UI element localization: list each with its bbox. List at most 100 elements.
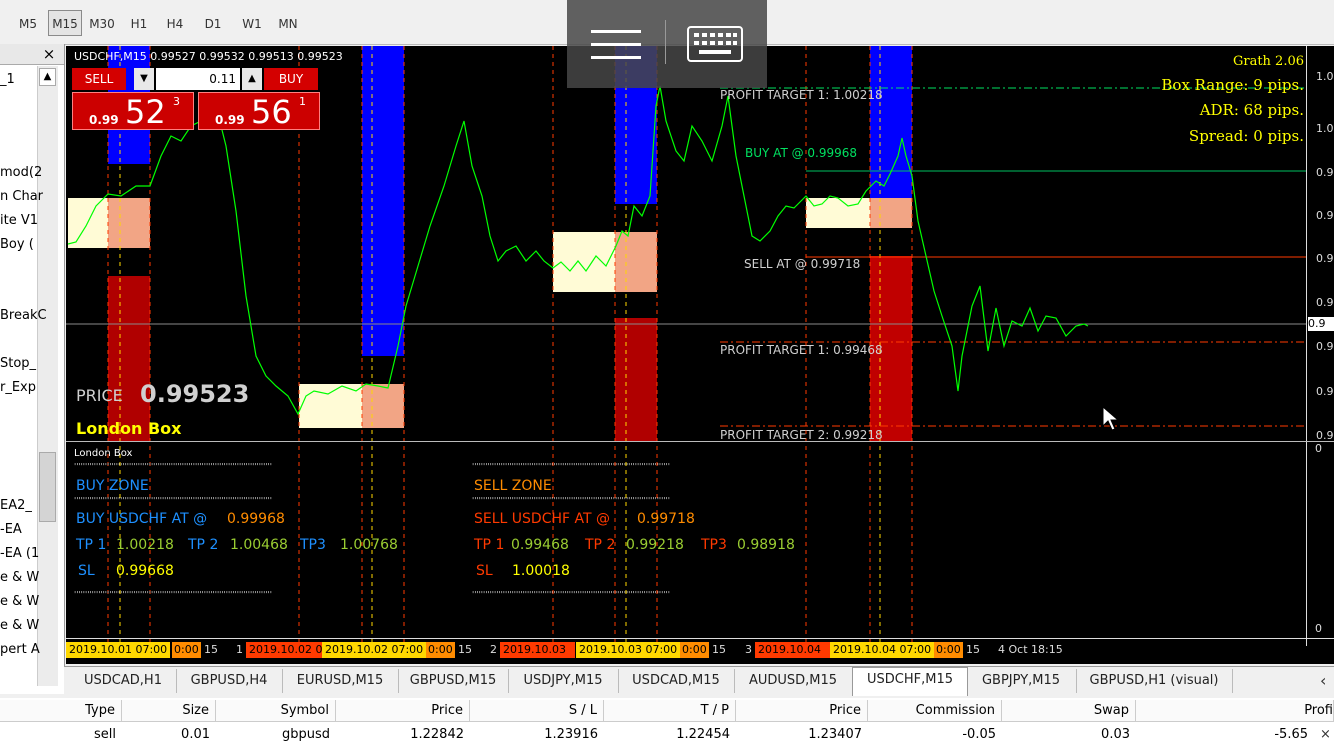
col-symbol-header[interactable]: Symbol <box>216 700 336 722</box>
tab-usdcad-h1[interactable]: USDCAD,H1 <box>70 669 177 693</box>
tab-gbpusd-h1-visual[interactable]: GBPUSD,H1 (visual) <box>1076 669 1233 693</box>
row-commission-cell: -0.05 <box>962 727 996 742</box>
sell-tp1-value: 0.99468 <box>511 537 569 553</box>
navigator-item[interactable]: mod(2 <box>0 165 42 180</box>
tf-m15-button[interactable]: M15 <box>48 10 82 36</box>
separator-dots: ''''''''''''''''''''''''''''''''''''''''… <box>472 462 670 471</box>
sell-zone-title: SELL ZONE <box>474 478 552 494</box>
scroll-up-icon[interactable]: ▲ <box>39 68 56 86</box>
tab-gbpusd-m15[interactable]: GBPUSD,M15 <box>398 669 509 693</box>
tf-m30-button[interactable]: M30 <box>85 10 119 36</box>
london-box-label: London Box <box>76 419 182 438</box>
buy-button[interactable]: BUY <box>264 68 318 90</box>
subwindow-divider[interactable] <box>66 441 1334 442</box>
navigator-item[interactable]: n Char <box>0 189 43 204</box>
time-axis-label: 3 <box>745 643 752 656</box>
box-range-text: Box Range: 9 pips. <box>1161 76 1304 94</box>
col-close-price-header[interactable]: Price <box>736 700 868 722</box>
sell-zone-bar <box>615 318 657 441</box>
hamburger-menu-icon[interactable] <box>591 28 643 62</box>
tab-usdjpy-m15[interactable]: USDJPY,M15 <box>508 669 619 693</box>
col-type-header[interactable]: Type <box>0 700 122 722</box>
tab-audusd-m15[interactable]: AUDUSD,M15 <box>734 669 853 693</box>
price-label: PRICE <box>76 386 123 405</box>
navigator-item[interactable]: -EA (1 <box>0 546 39 561</box>
lot-increase-icon[interactable]: ▲ <box>242 68 262 90</box>
tf-h4-button[interactable]: H4 <box>160 10 190 36</box>
sell-tp2-label: TP 2 <box>585 537 616 553</box>
tf-m5-button[interactable]: M5 <box>12 10 44 36</box>
london-box-range-extension <box>870 198 912 228</box>
navigator-item[interactable]: BreakC <box>0 308 47 323</box>
navigator-item[interactable]: e & W <box>0 570 39 585</box>
col-profit-header[interactable]: Profi <box>1136 700 1334 722</box>
tab-gbpusd-h4[interactable]: GBPUSD,H4 <box>176 669 283 693</box>
indicator-name: Grath 2.06 <box>1232 54 1304 69</box>
time-axis-label: 15 <box>204 643 218 656</box>
navigator-item[interactable]: Stop_ <box>0 356 36 371</box>
tf-w1-button[interactable]: W1 <box>236 10 268 36</box>
tab-usdchf-m15[interactable]: USDCHF,M15 <box>852 667 968 696</box>
separator-dots: ''''''''''''''''''''''''''''''''''''''''… <box>74 496 272 505</box>
tab-gbpjpy-m15[interactable]: GBPJPY,M15 <box>966 669 1077 693</box>
price-axis-tick: 0.9 <box>1316 166 1334 179</box>
navigator-panel: × ▲ _1 mod(2 n Char ite V1 Boy ( BreakC … <box>0 44 65 694</box>
tf-mn-button[interactable]: MN <box>272 10 304 36</box>
time-axis-label: 0:00 <box>680 642 709 658</box>
sell-button[interactable]: SELL <box>72 68 126 90</box>
sell-tp3-value: 0.98918 <box>737 537 795 553</box>
one-click-trade-panel: SELL ▼ 0.11 ▲ BUY 0.99 52 3 0.99 56 1 <box>72 68 322 132</box>
row-profit-cell: -5.65 <box>1274 727 1308 742</box>
scroll-thumb[interactable] <box>39 452 56 522</box>
keyboard-icon[interactable] <box>687 26 743 62</box>
chart-window[interactable]: USDCHF,M15 0.99527 0.99532 0.99513 0.995… <box>66 46 1334 664</box>
buy-price-button[interactable]: 0.99 56 1 <box>198 92 320 131</box>
navigator-item[interactable]: EA2_ <box>0 498 32 513</box>
separator-dots: ''''''''''''''''''''''''''''''''''''''''… <box>74 462 272 471</box>
close-icon[interactable]: × <box>40 45 58 63</box>
close-position-icon[interactable]: × <box>1320 724 1334 746</box>
navigator-scrollbar[interactable]: ▲ <box>37 66 58 686</box>
navigator-item[interactable]: ite V1 <box>0 213 38 228</box>
buy-price-pips: 56 <box>251 93 292 131</box>
navigator-item[interactable]: r_Exp <box>0 380 36 395</box>
subwindow-axis-bottom: 0 <box>1315 622 1322 635</box>
mouse-cursor-icon <box>1102 406 1120 431</box>
navigator-item[interactable]: e & W <box>0 594 39 609</box>
navigator-item[interactable]: pert A <box>0 642 40 657</box>
time-axis-label: 2019.10.03 <box>500 642 575 658</box>
sell-price-button[interactable]: 0.99 52 3 <box>72 92 194 131</box>
tab-usdcad-m15[interactable]: USDCAD,M15 <box>618 669 735 693</box>
sell-price-fraction: 3 <box>173 95 180 108</box>
col-price-header[interactable]: Price <box>336 700 470 722</box>
navigator-item[interactable]: _1 <box>0 72 15 87</box>
buy-sl-value: 0.99668 <box>116 563 174 579</box>
tab-scroll-left-icon[interactable]: ‹ <box>1320 671 1334 691</box>
tf-h1-button[interactable]: H1 <box>124 10 154 36</box>
col-sl-header[interactable]: S / L <box>470 700 604 722</box>
col-swap-header[interactable]: Swap <box>1002 700 1136 722</box>
navigator-item[interactable]: e & W <box>0 618 39 633</box>
buy-price-fraction: 1 <box>299 95 306 108</box>
time-axis-label: 0:00 <box>934 642 963 658</box>
chart-tabs-bar: USDCAD,H1 GBPUSD,H4 EURUSD,M15 GBPUSD,M1… <box>64 666 1334 696</box>
row-type-cell: sell <box>94 727 116 742</box>
col-commission-header[interactable]: Commission <box>868 700 1002 722</box>
lot-decrease-icon[interactable]: ▼ <box>134 68 154 90</box>
navigator-item[interactable]: -EA <box>0 522 22 537</box>
col-tp-header[interactable]: T / P <box>604 700 736 722</box>
sell-entry-value: 0.99718 <box>637 511 695 527</box>
row-tp-cell: 1.22454 <box>676 727 730 742</box>
time-axis-label: 0:00 <box>426 642 455 658</box>
buy-symbol-label: BUY USDCHF AT @ <box>76 511 208 527</box>
time-axis-label: 2 <box>490 643 497 656</box>
time-axis-label: 1 <box>236 643 243 656</box>
col-size-header[interactable]: Size <box>122 700 216 722</box>
lot-size-input[interactable]: 0.11 <box>156 68 240 90</box>
navigator-item[interactable]: Boy ( <box>0 237 34 252</box>
tf-d1-button[interactable]: D1 <box>198 10 228 36</box>
price-axis-tick: 1.0 <box>1316 70 1334 83</box>
tab-eurusd-m15[interactable]: EURUSD,M15 <box>282 669 399 693</box>
buy-zone-bar <box>362 46 404 356</box>
buy-entry-value: 0.99968 <box>227 511 285 527</box>
